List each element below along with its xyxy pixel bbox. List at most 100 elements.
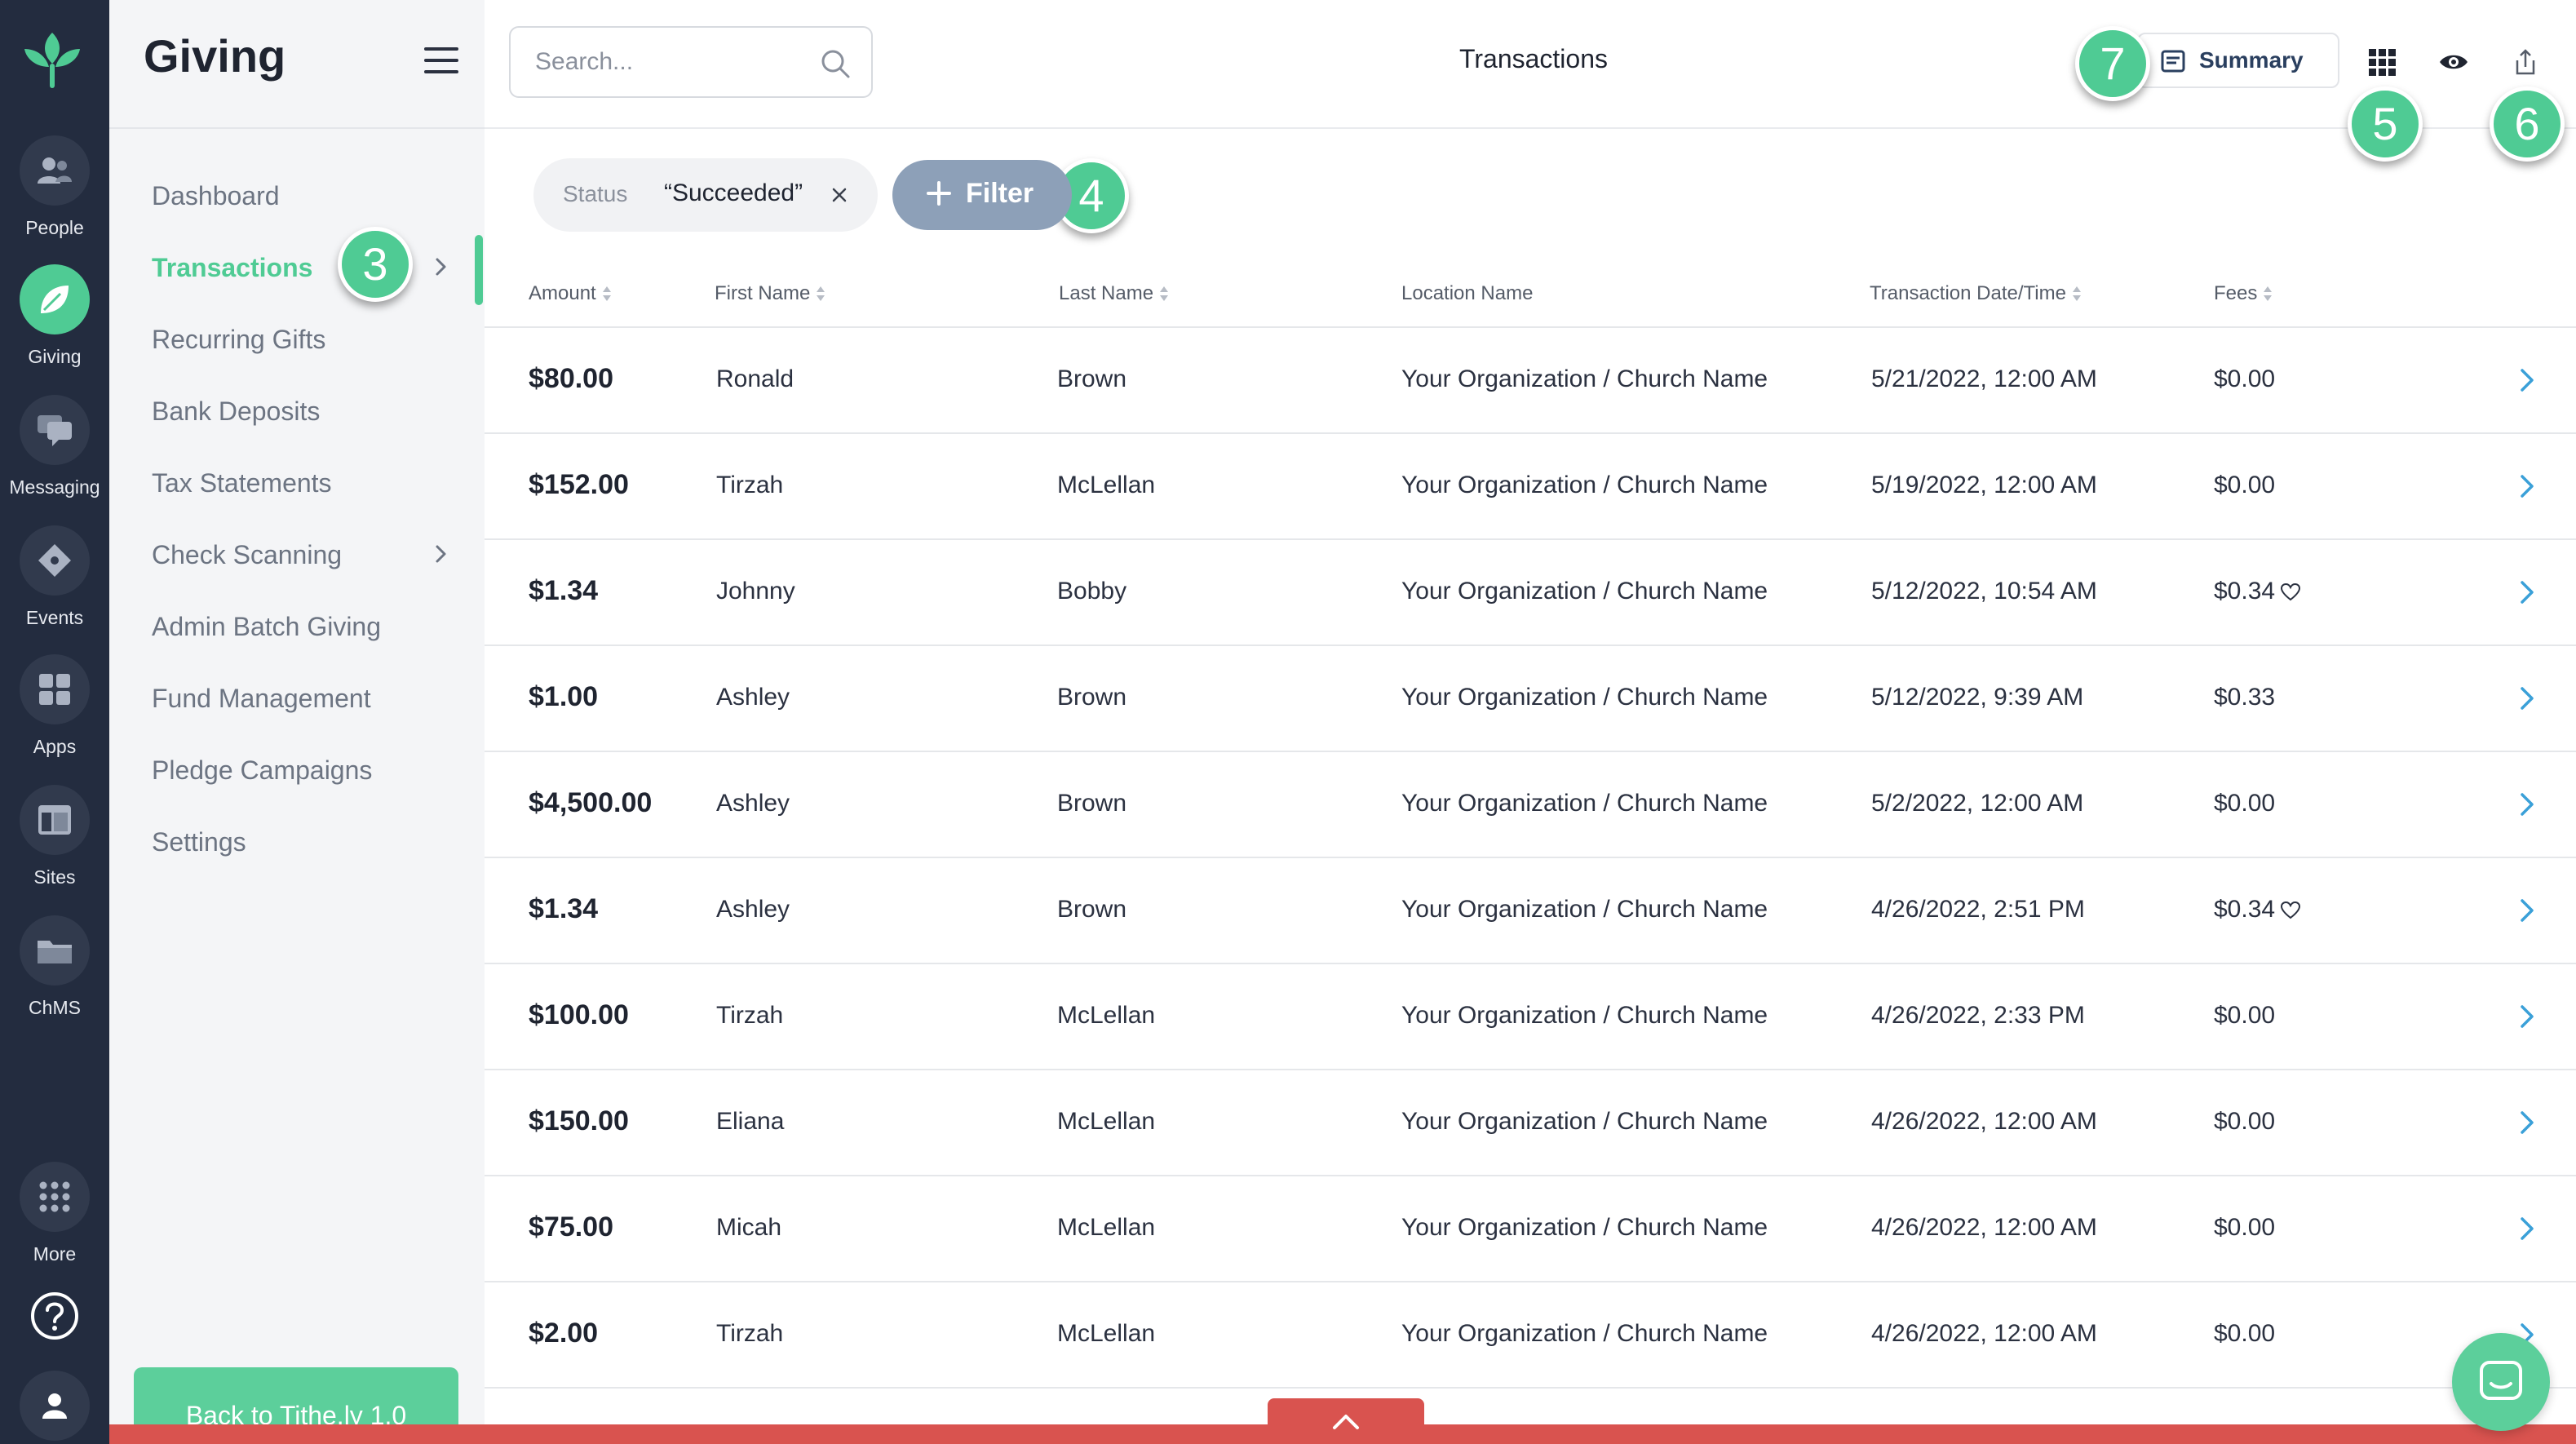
sidebar-item-bank-deposits[interactable]: Bank Deposits: [152, 396, 320, 427]
search-box[interactable]: [509, 26, 873, 98]
rail-item-more[interactable]: More: [0, 1162, 109, 1265]
cell-location: Your Organization / Church Name: [1401, 1002, 1768, 1030]
chat-launcher-button[interactable]: [2452, 1333, 2550, 1431]
profile-button[interactable]: [0, 1371, 109, 1441]
cell-fees: $0.00: [2214, 365, 2275, 393]
cell-datetime: 5/12/2022, 10:54 AM: [1871, 578, 2097, 605]
chevron-right-icon[interactable]: [2512, 578, 2542, 607]
columns-grid-icon[interactable]: [2366, 46, 2398, 78]
table-row[interactable]: $2.00 Tirzah McLellan Your Organization / C…: [485, 1282, 2576, 1389]
cell-first-name: Eliana: [716, 1108, 784, 1136]
sidebar-item-dashboard[interactable]: Dashboard: [152, 181, 280, 211]
close-icon[interactable]: [829, 184, 850, 206]
header-label: Amount: [529, 282, 596, 304]
table-row[interactable]: $152.00 Tirzah McLellan Your Organization /…: [485, 434, 2576, 540]
rail-item-sites[interactable]: Sites: [0, 785, 109, 888]
sidebar-item-transactions[interactable]: Transactions: [152, 253, 312, 283]
cell-text: $80.00: [529, 363, 613, 394]
cell-text: Ronald: [716, 365, 794, 392]
chevron-right-icon[interactable]: [431, 256, 452, 277]
filter-label: Filter: [966, 178, 1034, 209]
sidebar-item-settings[interactable]: Settings: [152, 827, 246, 857]
table-row[interactable]: $1.34 Ashley Brown Your Organization / Chur…: [485, 858, 2576, 964]
chevron-right-icon[interactable]: [2512, 896, 2542, 925]
rail-label: Apps: [33, 736, 77, 757]
more-button[interactable]: More: [0, 1162, 109, 1265]
cell-location: Your Organization / Church Name: [1401, 472, 1768, 499]
cell-location: Your Organization / Church Name: [1401, 1320, 1768, 1348]
cell-last-name: Brown: [1057, 365, 1126, 393]
eye-icon[interactable]: [2437, 46, 2470, 78]
cell-text: $0.00: [2214, 1320, 2276, 1347]
table-row[interactable]: $75.00 Micah McLellan Your Organization / C…: [485, 1176, 2576, 1282]
summary-button[interactable]: Summary: [2137, 33, 2339, 88]
add-filter-button[interactable]: Filter: [892, 160, 1072, 230]
heart-icon: [2281, 901, 2301, 919]
cell-location: Your Organization / Church Name: [1401, 365, 1768, 393]
rail-item-people[interactable]: People: [0, 135, 109, 239]
search-icon[interactable]: [819, 47, 852, 80]
chevron-right-icon[interactable]: [2512, 1108, 2542, 1137]
column-header-fees[interactable]: Fees: [2214, 282, 2273, 305]
table-row[interactable]: $150.00 Eliana McLellan Your Organization /…: [485, 1070, 2576, 1176]
rail-item-giving[interactable]: Giving: [0, 264, 109, 368]
table-row[interactable]: $4,500.00 Ashley Brown Your Organization / …: [485, 752, 2576, 858]
step-badge: 5: [2348, 86, 2423, 162]
table-row[interactable]: $1.34 Johnny Bobby Your Organization / Chur…: [485, 540, 2576, 646]
divider: [485, 127, 2576, 129]
sort-icon: [2072, 286, 2081, 301]
column-header-datetime[interactable]: Transaction Date/Time: [1870, 282, 2082, 305]
sidebar-title: Giving: [144, 30, 286, 82]
column-header-location[interactable]: Location Name: [1401, 282, 1533, 305]
cell-fees: $0.00: [2214, 472, 2275, 499]
cell-text: $0.33: [2214, 684, 2276, 711]
chevron-right-icon[interactable]: [2512, 684, 2542, 713]
cell-text: 4/26/2022, 2:33 PM: [1871, 1002, 2085, 1029]
chevron-right-icon[interactable]: [2512, 365, 2542, 395]
cell-text: 4/26/2022, 12:00 AM: [1871, 1214, 2097, 1241]
cell-text: Bobby: [1057, 578, 1127, 605]
divider: [109, 127, 485, 129]
rail-item-apps[interactable]: Apps: [0, 654, 109, 758]
table-row[interactable]: $1.00 Ashley Brown Your Organization / Chur…: [485, 646, 2576, 752]
chevron-right-icon[interactable]: [2512, 790, 2542, 819]
column-header-last-name[interactable]: Last Name: [1059, 282, 1170, 305]
status-filter-chip[interactable]: Status “Succeeded”: [533, 158, 878, 232]
chevron-right-icon[interactable]: [431, 543, 452, 565]
sidebar-item-pledge-campaigns[interactable]: Pledge Campaigns: [152, 755, 372, 786]
cell-datetime: 5/2/2022, 12:00 AM: [1871, 790, 2083, 817]
cell-text: $2.00: [529, 1318, 599, 1349]
chevron-right-icon[interactable]: [2512, 472, 2542, 501]
table-row[interactable]: $100.00 Tirzah McLellan Your Organization /…: [485, 964, 2576, 1070]
help-icon: [31, 1292, 78, 1340]
giving-sidebar: Giving Dashboard Transactions Recurring …: [109, 0, 485, 1444]
rail-item-messaging[interactable]: Messaging: [0, 395, 109, 498]
export-icon[interactable]: [2509, 46, 2542, 78]
sidebar-item-check-scanning[interactable]: Check Scanning: [152, 540, 342, 570]
column-header-amount[interactable]: Amount: [529, 282, 613, 305]
cell-first-name: Tirzah: [716, 472, 783, 499]
chevron-right-icon[interactable]: [2512, 1002, 2542, 1031]
cell-location: Your Organization / Church Name: [1401, 1108, 1768, 1136]
chip-key: Status: [563, 181, 628, 206]
cell-text: $0.34: [2214, 578, 2276, 605]
cell-text: $0.00: [2214, 1108, 2276, 1135]
cell-amount: $100.00: [529, 999, 629, 1031]
sidebar-item-admin-batch-giving[interactable]: Admin Batch Giving: [152, 612, 381, 642]
expand-panel-tab[interactable]: [1268, 1398, 1424, 1444]
cell-amount: $2.00: [529, 1318, 598, 1349]
table-row[interactable]: $80.00 Ronald Brown Your Organization / Chu…: [485, 328, 2576, 434]
rail-item-events[interactable]: Events: [0, 525, 109, 629]
hamburger-menu-icon[interactable]: [424, 47, 458, 75]
cell-amount: $1.00: [529, 681, 598, 713]
sidebar-item-tax-statements[interactable]: Tax Statements: [152, 468, 332, 498]
column-header-first-name[interactable]: First Name: [715, 282, 826, 305]
leaf-logo-icon[interactable]: [20, 28, 85, 93]
help-button[interactable]: [0, 1291, 109, 1345]
sidebar-item-recurring-gifts[interactable]: Recurring Gifts: [152, 325, 325, 355]
chevron-right-icon[interactable]: [2512, 1214, 2542, 1243]
rail-item-chms[interactable]: ChMS: [0, 915, 109, 1019]
sidebar-item-fund-management[interactable]: Fund Management: [152, 684, 371, 714]
search-input[interactable]: [535, 44, 804, 80]
cell-first-name: Johnny: [716, 578, 795, 605]
